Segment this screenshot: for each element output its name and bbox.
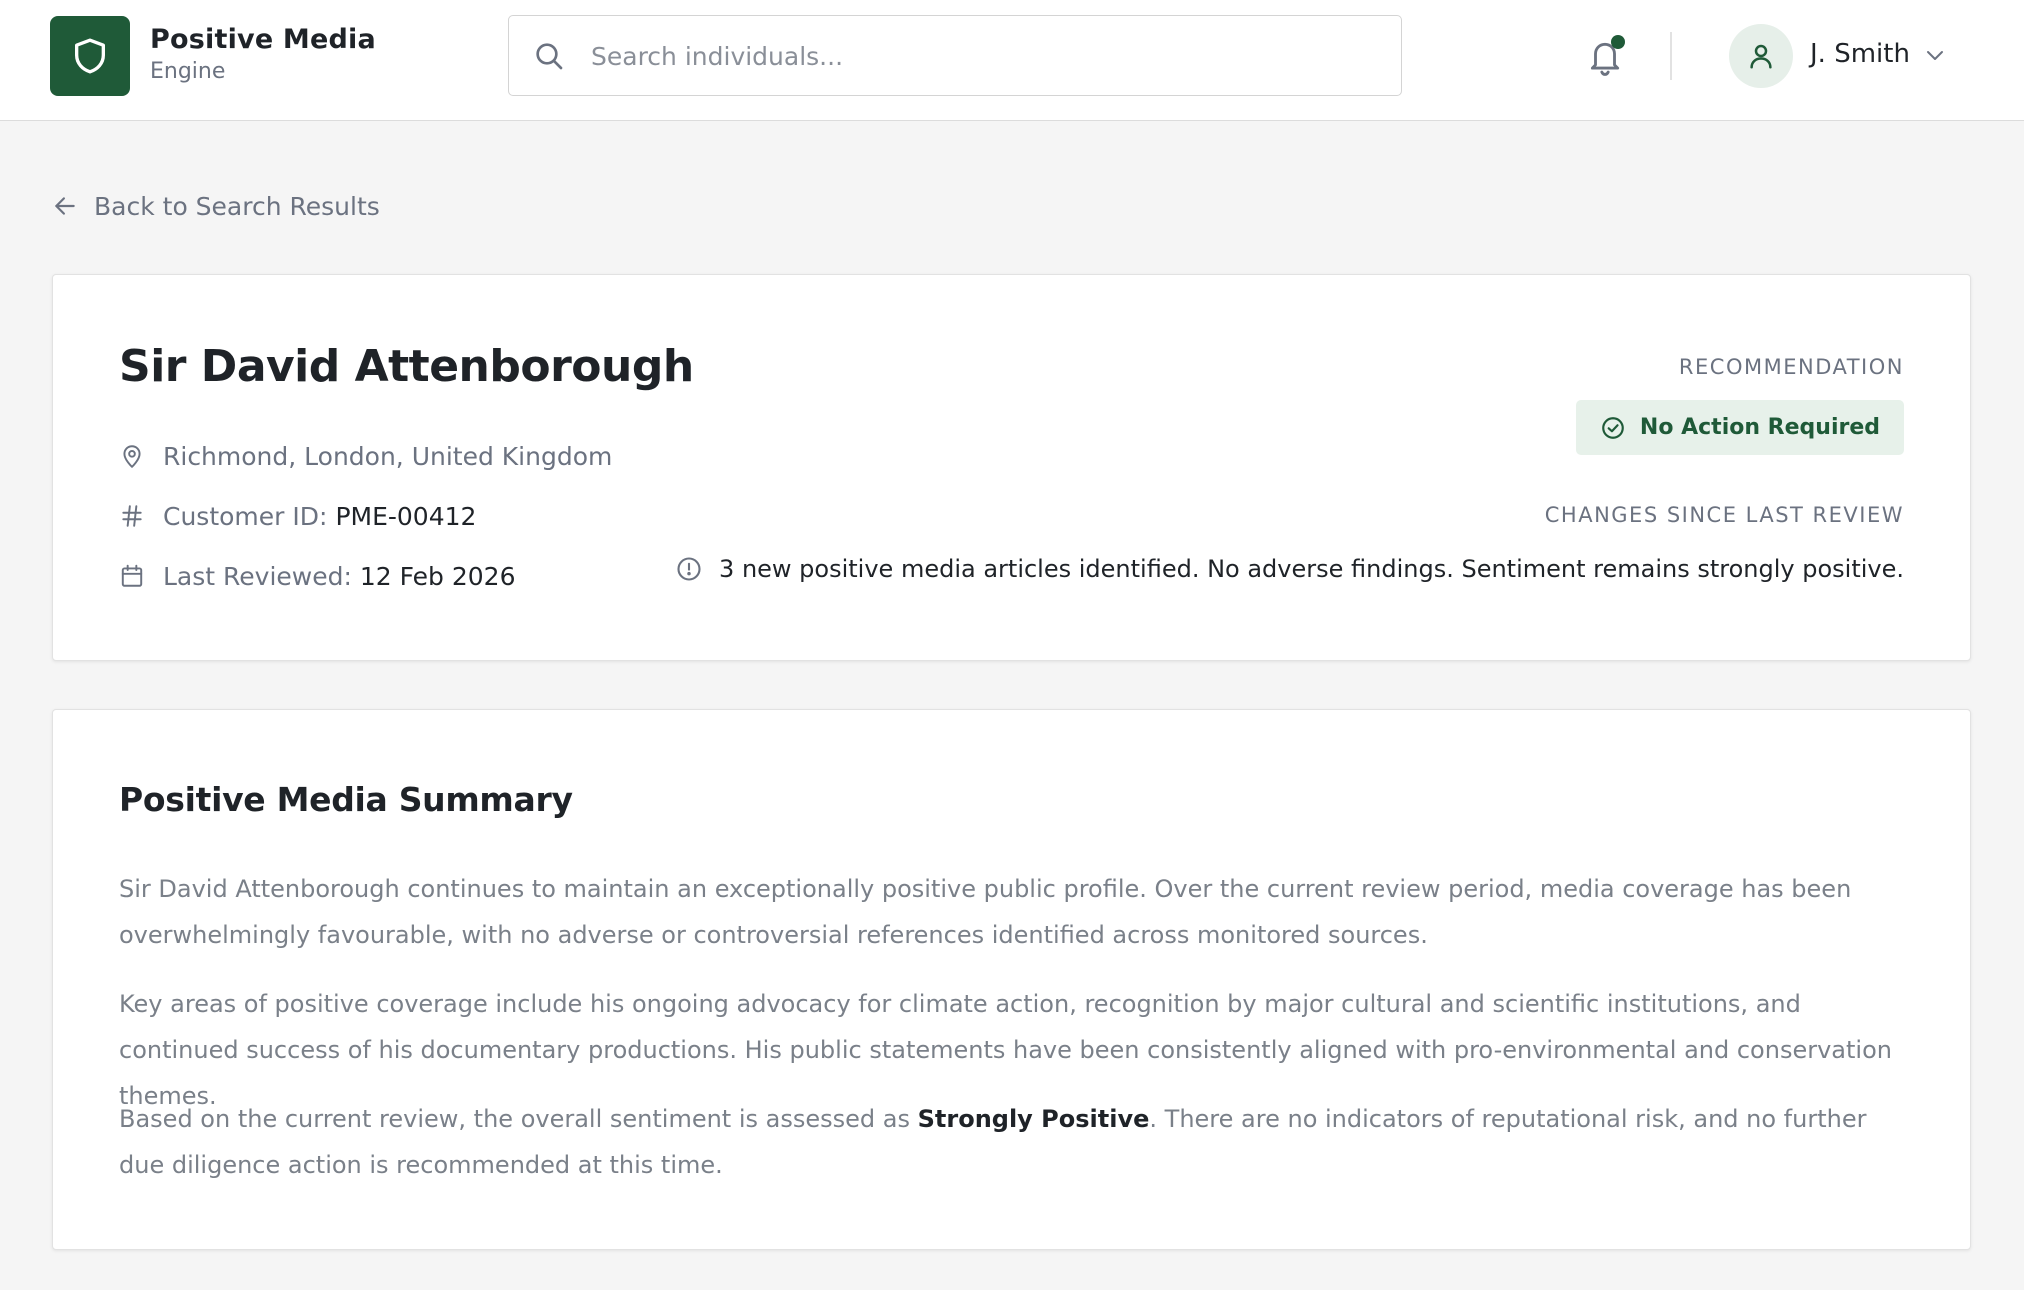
check-circle-icon <box>1602 416 1624 439</box>
customer-id-row: Customer ID: PME-00412 <box>119 498 476 534</box>
last-reviewed-label: Last Reviewed: <box>163 561 352 591</box>
last-reviewed-value: 12 Feb 2026 <box>359 561 516 591</box>
customer-id-value: PME-00412 <box>335 501 477 531</box>
search-bar[interactable] <box>508 15 1402 96</box>
summary-title: Positive Media Summary <box>119 780 573 819</box>
changes-row: 3 new positive media articles identified… <box>675 551 1904 587</box>
header-divider <box>1670 32 1672 80</box>
brand-subtitle: Engine <box>150 59 226 84</box>
location-text: Richmond, London, United Kingdom <box>163 441 613 471</box>
arrow-left-icon <box>55 197 75 215</box>
brand-title: Positive Media <box>150 24 376 55</box>
map-pin-icon <box>123 445 141 468</box>
back-to-results-link[interactable]: Back to Search Results <box>52 188 380 224</box>
sentiment-emphasis: Strongly Positive <box>917 1105 1150 1133</box>
summary-card: Positive Media Summary Sir David Attenbo… <box>52 709 1971 1250</box>
customer-id-label: Customer ID: <box>163 501 328 531</box>
hash-icon <box>122 505 142 527</box>
recommendation-label: RECOMMENDATION <box>1678 355 1904 379</box>
changes-text: 3 new positive media articles identified… <box>719 555 1904 583</box>
back-link-label: Back to Search Results <box>94 191 380 221</box>
user-icon <box>1750 44 1772 69</box>
summary-paragraph-1: Sir David Attenborough continues to main… <box>119 875 1852 949</box>
calendar-icon <box>121 564 143 587</box>
recommendation-badge: No Action Required <box>1575 400 1904 455</box>
person-name: Sir David Attenborough <box>119 341 694 392</box>
app-logo[interactable] <box>50 16 130 96</box>
recommendation-value: No Action Required <box>1639 415 1880 440</box>
location-row: Richmond, London, United Kingdom <box>119 438 612 474</box>
user-avatar[interactable] <box>1729 24 1793 88</box>
alert-circle-icon <box>677 557 701 581</box>
changes-label: CHANGES SINCE LAST REVIEW <box>1544 503 1904 527</box>
shield-icon <box>75 38 106 74</box>
user-name[interactable]: J. Smith <box>1810 39 1910 69</box>
search-icon <box>536 43 563 70</box>
last-reviewed-row: Last Reviewed: 12 Feb 2026 <box>119 558 516 594</box>
search-input[interactable] <box>589 30 1383 82</box>
chevron-down-icon[interactable] <box>1924 46 1946 64</box>
notification-badge <box>1611 35 1625 49</box>
summary-paragraph-3-before: Based on the current review, the overall… <box>119 1105 918 1133</box>
profile-card: Sir David Attenborough Richmond, London,… <box>52 274 1971 661</box>
top-bar: Positive Media Engine J. Smith <box>0 0 2024 121</box>
summary-paragraph-3: Based on the current review, the overall… <box>119 1096 1909 1188</box>
